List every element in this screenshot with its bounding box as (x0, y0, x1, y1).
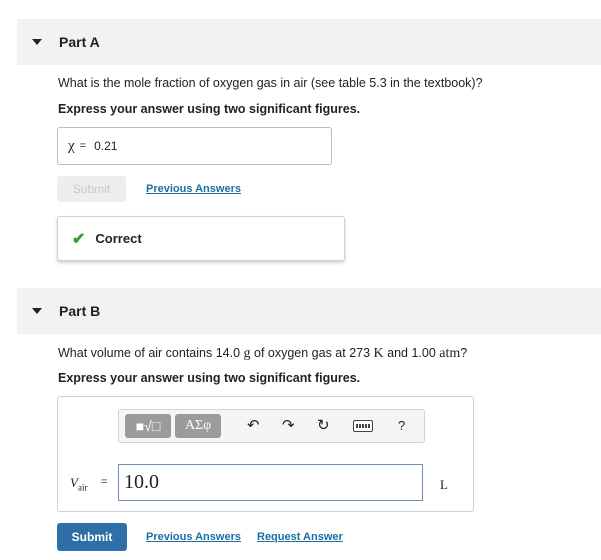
equals-sign: = (79, 140, 87, 152)
request-answer-link[interactable]: Request Answer (257, 531, 343, 543)
unit-k: K (373, 346, 384, 361)
part-a-previous-answers-link[interactable]: Previous Answers (146, 183, 241, 195)
variable-symbol: V (70, 475, 78, 490)
part-a-submit-button[interactable]: Submit (57, 176, 126, 202)
question-text: and 1.00 (383, 346, 440, 360)
unit-atm: atm (439, 346, 461, 361)
math-toolbar: ■√□ ΑΣφ ↶ ↷ ↻ ? (118, 409, 425, 443)
part-b-header[interactable]: Part B (17, 288, 601, 334)
part-b-previous-answers-link[interactable]: Previous Answers (146, 531, 241, 543)
question-text: ? (460, 346, 468, 360)
templates-button[interactable]: ■√□ (125, 414, 171, 438)
correct-feedback: ✔ Correct (57, 216, 345, 261)
part-a-instruction: Express your answer using two significan… (58, 102, 361, 116)
greek-symbols-button[interactable]: ΑΣφ (175, 414, 221, 438)
part-a-title: Part A (59, 34, 100, 50)
unit-label: L (440, 477, 448, 492)
reset-icon[interactable]: ↻ (317, 416, 330, 434)
keyboard-icon[interactable] (353, 420, 373, 432)
variable-label: Vair (70, 475, 87, 493)
equals-sign: = (101, 476, 108, 488)
part-a-answer-field[interactable]: χ = 0.21 (57, 127, 332, 165)
math-answer-editor: ■√□ ΑΣφ ↶ ↷ ↻ ? Vair = 10.0 L (57, 396, 474, 512)
part-b-answer-input[interactable]: 10.0 (118, 464, 423, 501)
part-b-instruction: Express your answer using two significan… (58, 371, 361, 385)
collapse-triangle-icon[interactable] (32, 39, 42, 45)
redo-icon[interactable]: ↷ (282, 416, 295, 434)
collapse-triangle-icon[interactable] (32, 308, 42, 314)
part-a-question: What is the mole fraction of oxygen gas … (58, 76, 483, 90)
correct-label: Correct (95, 231, 142, 246)
part-b-question: What volume of air contains 14.0 g of ox… (58, 346, 467, 362)
check-icon: ✔ (72, 230, 86, 248)
question-text: of oxygen gas at 273 (250, 346, 374, 360)
part-b-submit-button[interactable]: Submit (57, 523, 127, 551)
part-a-header[interactable]: Part A (17, 19, 601, 65)
part-b-title: Part B (59, 303, 101, 319)
undo-icon[interactable]: ↶ (247, 416, 260, 434)
help-button[interactable]: ? (398, 418, 405, 433)
question-text: What volume of air contains 14.0 (58, 346, 244, 360)
variable-subscript: air (77, 482, 88, 493)
unit-g: g (243, 346, 251, 361)
chi-symbol: χ (68, 137, 75, 154)
part-a-answer-value: 0.21 (94, 139, 118, 153)
